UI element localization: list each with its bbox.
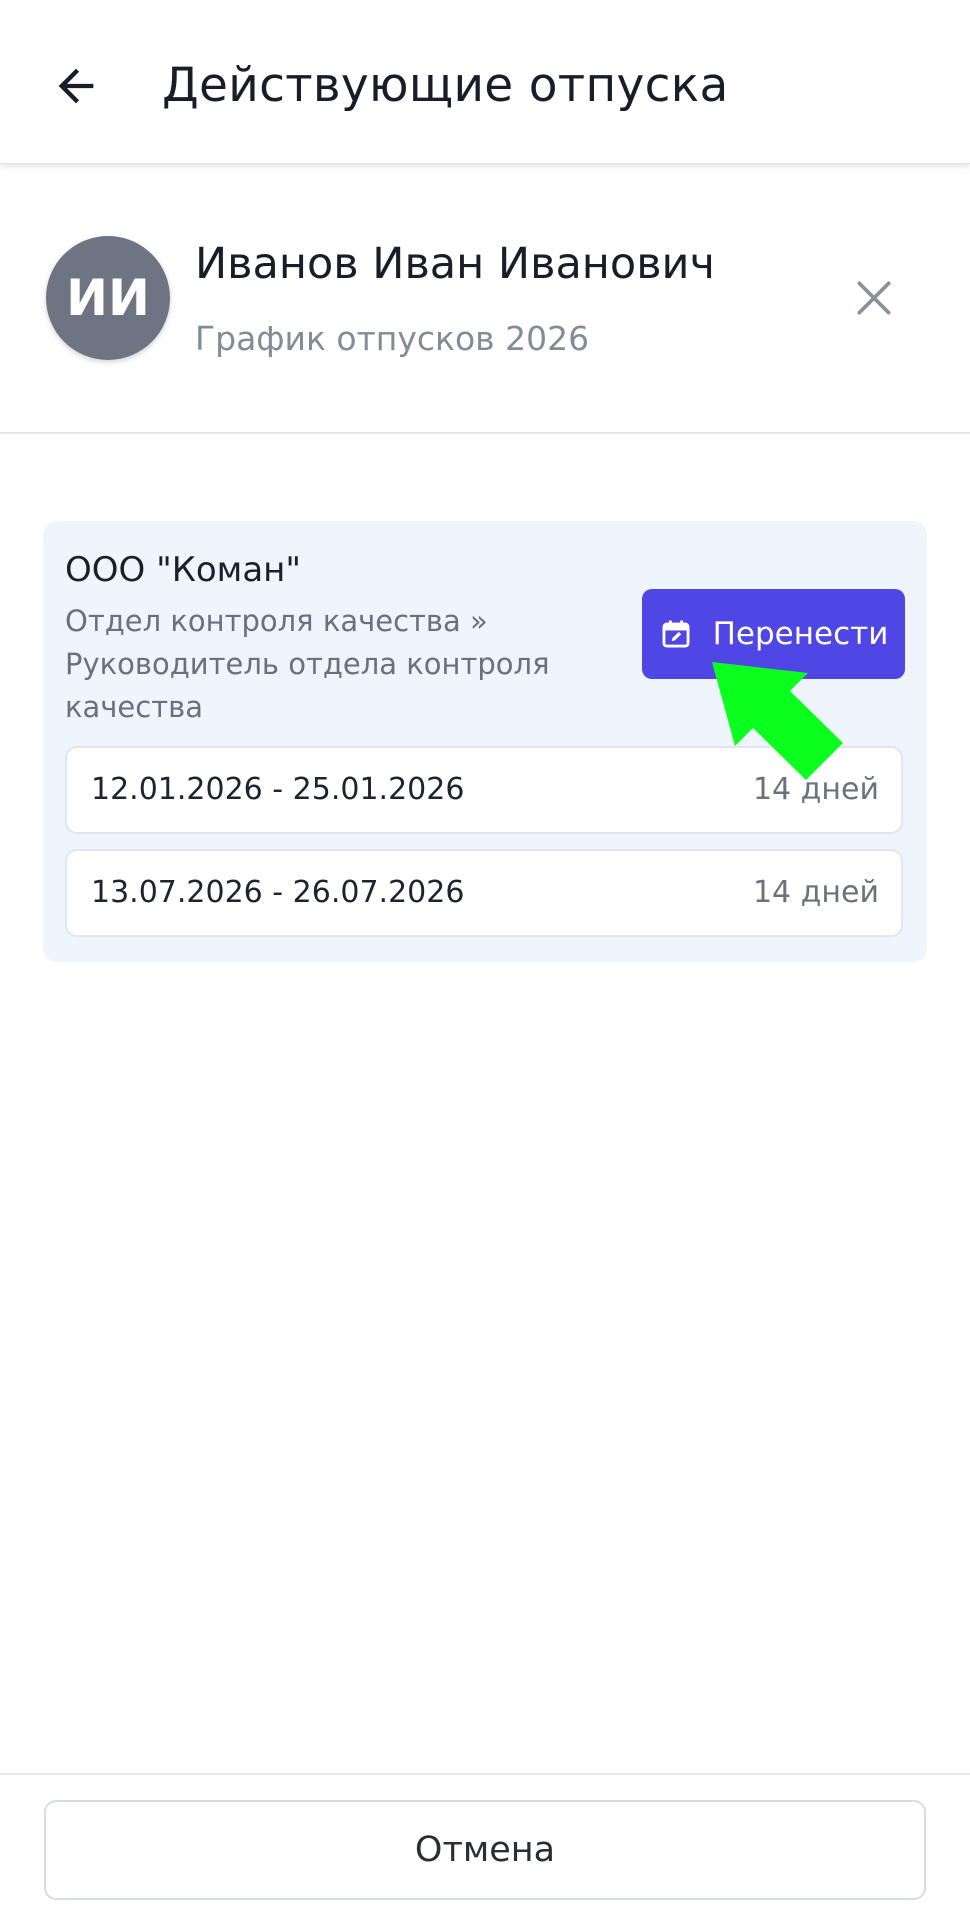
back-button[interactable] <box>40 50 112 122</box>
close-button[interactable] <box>846 270 902 326</box>
calendar-edit-icon <box>662 620 690 648</box>
vacation-period-row[interactable]: 13.07.2026 - 26.07.2026 14 дней <box>65 849 903 937</box>
company-name: ООО "Коман" <box>65 550 302 590</box>
period-dates: 13.07.2026 - 26.07.2026 <box>91 875 465 910</box>
department-position: Отдел контроля качества » Руководитель о… <box>65 604 550 724</box>
schedule-subtitle: График отпусков 2026 <box>195 319 590 358</box>
page-title: Действующие отпуска <box>162 58 729 113</box>
arrow-left-icon <box>58 68 94 104</box>
avatar: ИИ <box>46 236 170 360</box>
period-days: 14 дней <box>752 875 879 910</box>
reschedule-button-label: Перенести <box>712 616 889 652</box>
cancel-button[interactable]: Отмена <box>44 1800 926 1900</box>
pointer-arrow-icon <box>712 662 843 780</box>
app-bar: Действующие отпуска <box>0 0 970 164</box>
close-icon <box>857 281 891 315</box>
employee-name: Иванов Иван Иванович <box>195 239 715 289</box>
period-dates: 12.01.2026 - 25.01.2026 <box>91 772 465 807</box>
